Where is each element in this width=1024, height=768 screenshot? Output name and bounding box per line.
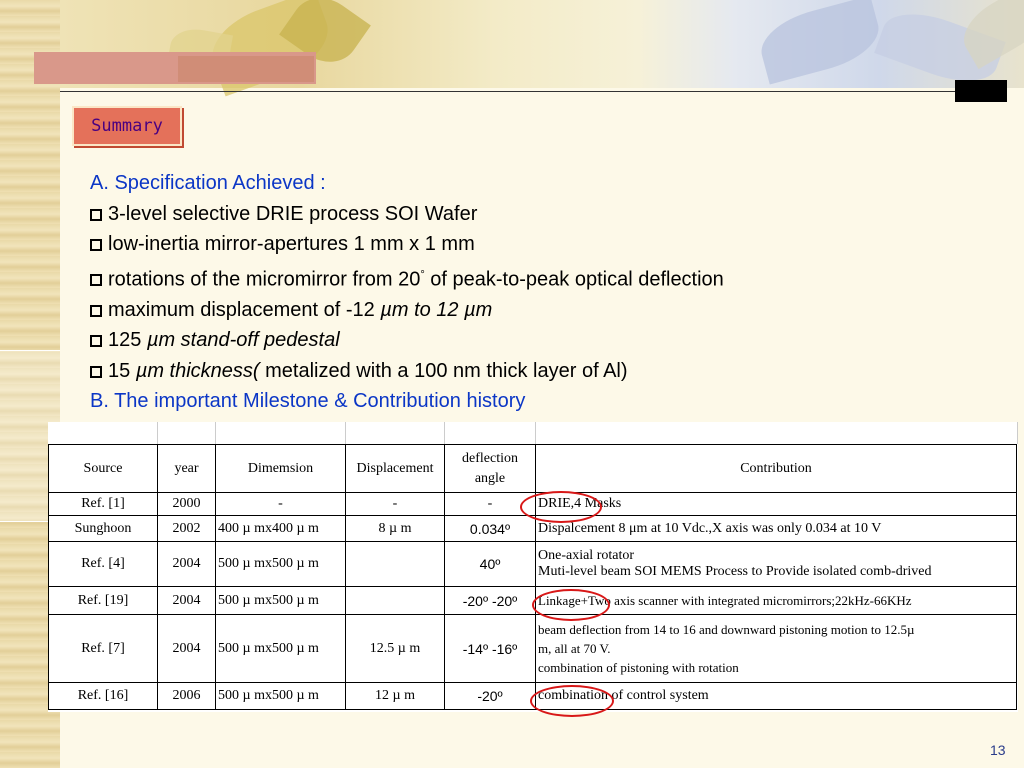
header-dimension: Dimemsion: [215, 444, 346, 493]
checkbox-bullet-icon: [90, 274, 102, 287]
highlight-circle-drie: [520, 491, 602, 523]
checkbox-bullet-icon: [90, 304, 102, 317]
leaf-graphic: [754, 0, 886, 85]
checkbox-bullet-icon: [90, 239, 102, 251]
bullet-item: low-inertia mirror-apertures 1 mm x 1 mm: [90, 229, 910, 260]
bullet-item: 3-level selective DRIE process SOI Wafer: [90, 199, 910, 230]
bullet-item: rotations of the micromirror from 20° of…: [90, 260, 910, 295]
checkbox-bullet-icon: [90, 335, 102, 348]
highlight-circle-combination: [530, 685, 614, 717]
table-row: Ref. [7] 2004 500 µ mx500 µ m 12.5 µ m -…: [48, 614, 1017, 683]
table-row: Ref. [4] 2004 500 µ mx500 µ m 40º One-ax…: [48, 541, 1017, 587]
section-a-heading: A. Specification Achieved :: [90, 172, 326, 194]
decorative-black-box: [955, 80, 1007, 102]
milestone-table-container: Source year Dimemsion Displacement defle…: [48, 422, 1018, 717]
section-b-heading: B. The important Milestone & Contributio…: [90, 390, 526, 413]
table-header-row: Source year Dimemsion Displacement defle…: [48, 444, 1017, 493]
header-year: year: [157, 444, 216, 493]
page-number: 13: [990, 742, 1006, 758]
milestone-table: Source year Dimemsion Displacement defle…: [48, 444, 1017, 710]
header-displacement: Displacement: [345, 444, 445, 493]
checkbox-bullet-icon: [90, 208, 102, 221]
header-divider: [60, 91, 955, 92]
header-deflection-angle: deflection angle: [444, 444, 536, 493]
highlight-circle-linkage: [532, 589, 610, 621]
table-ghost-gridlines: [48, 422, 1018, 444]
bullet-item: 125 µm stand-off pedestal: [90, 325, 910, 356]
decorative-red-bar: [178, 56, 314, 82]
header-contribution: Contribution: [535, 444, 1017, 493]
checkbox-bullet-icon: [90, 365, 102, 378]
slide-heading: Summary: [72, 106, 182, 146]
summary-content: A. Specification Achieved : 3-level sele…: [90, 168, 910, 417]
bullet-item: maximum displacement of -12 µm to 12 µm: [90, 295, 910, 326]
bullet-item: 15 µm thickness( metalized with a 100 nm…: [90, 356, 910, 387]
table-row: Sunghoon 2002 400 µ mx400 µ m 8 µ m 0.03…: [48, 515, 1017, 542]
header-source: Source: [48, 444, 158, 493]
